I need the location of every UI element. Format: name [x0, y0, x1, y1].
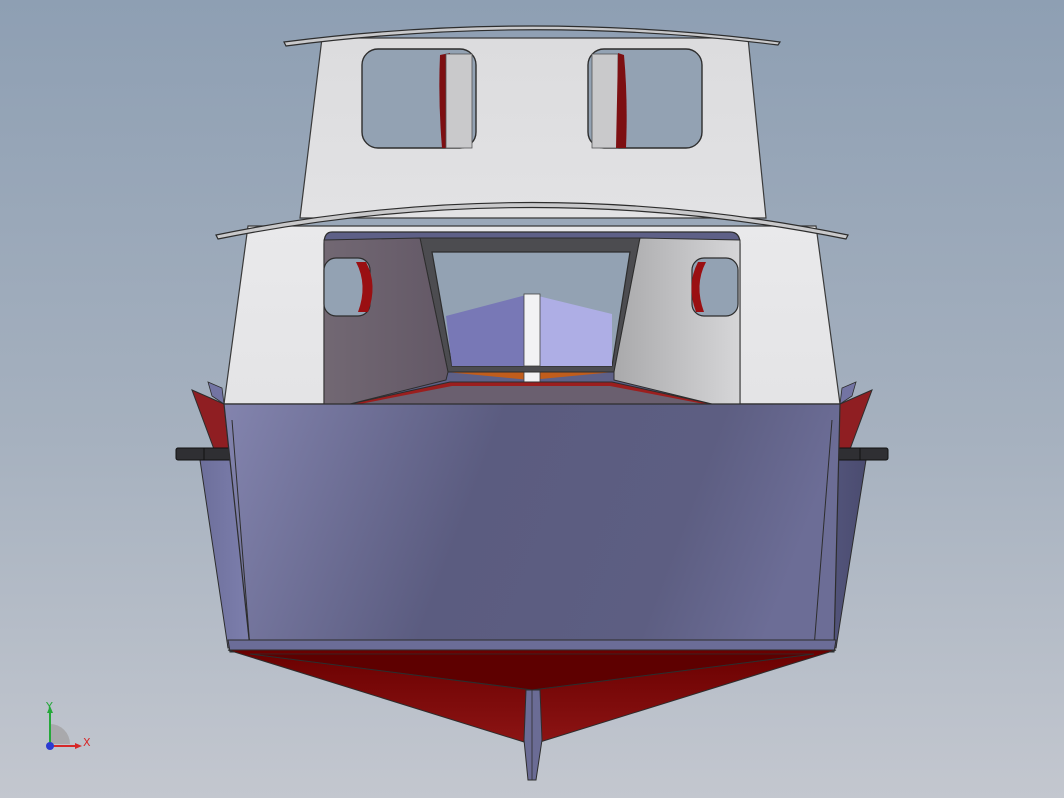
y-axis-label: Y: [46, 700, 53, 713]
porthole-right: [691, 257, 739, 317]
cabin-bulkhead: [419, 237, 641, 373]
boat-model-view[interactable]: [0, 0, 1064, 798]
porthole-left: [323, 257, 373, 317]
transom: [223, 403, 841, 653]
x-axis-arrow-icon: [75, 743, 82, 749]
rub-rail-left: [175, 447, 233, 461]
z-axis-dot-icon: [46, 742, 54, 750]
upper-cabin-window-left: [361, 48, 477, 149]
lower-cabin: [215, 201, 849, 405]
axis-triad: X Y: [40, 700, 100, 760]
x-axis-label: X: [83, 736, 91, 749]
skeg: [523, 689, 543, 781]
upper-cabin-window-right: [587, 48, 703, 149]
rub-rail-right: [831, 447, 889, 461]
cad-graphics-viewport[interactable]: X Y: [0, 0, 1064, 798]
upper-cabin: [283, 25, 782, 219]
